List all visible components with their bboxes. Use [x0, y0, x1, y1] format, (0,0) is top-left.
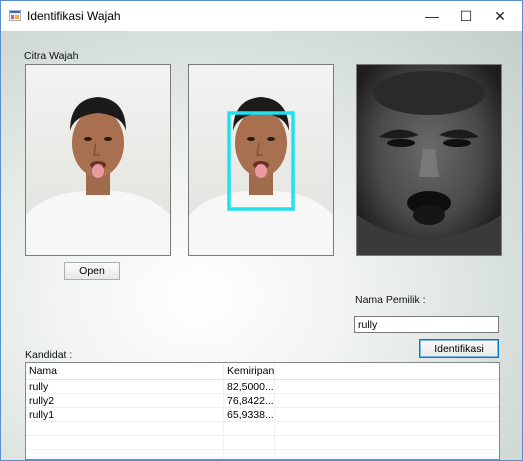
close-button[interactable]: ✕ — [483, 1, 517, 31]
original-face-picture — [25, 64, 171, 256]
candidates-table: Nama Kemiripan rully 82,5000... rully2 7… — [26, 363, 499, 459]
nama-cell: rully — [26, 379, 225, 394]
nama-pemilik-field[interactable]: rully — [354, 316, 499, 333]
face-photo-image — [26, 65, 170, 255]
nama-pemilik-value: rully — [358, 319, 378, 331]
table-row[interactable]: rully 82,5000... — [26, 379, 499, 394]
table-row[interactable]: rully1 65,9338... — [26, 407, 499, 422]
face-detection-image — [189, 65, 333, 255]
open-button[interactable]: Open — [64, 262, 120, 280]
kemiripan-cell: 76,8422... — [223, 393, 276, 408]
empty-row — [26, 435, 499, 450]
processed-face-image — [357, 65, 501, 255]
detected-face-picture — [188, 64, 334, 256]
identifikasi-button-label: Identifikasi — [434, 342, 484, 355]
processed-face-picture — [356, 64, 502, 256]
column-header-kemiripan[interactable]: Kemiripan — [223, 363, 276, 380]
window-title: Identifikasi Wajah — [27, 9, 121, 23]
minimize-button[interactable]: — — [415, 1, 449, 31]
kandidat-label: Kandidat : — [25, 349, 73, 361]
title-bar[interactable]: Identifikasi Wajah — ☐ ✕ — [1, 1, 522, 31]
nama-cell: rully1 — [26, 407, 225, 422]
empty-row — [26, 449, 499, 459]
empty-row — [26, 421, 499, 436]
candidates-list[interactable]: Nama Kemiripan rully 82,5000... rully2 7… — [25, 362, 500, 460]
kemiripan-cell: 82,5000... — [223, 379, 276, 394]
maximize-button[interactable]: ☐ — [449, 1, 483, 31]
kemiripan-cell: 65,9338... — [223, 407, 276, 422]
nama-pemilik-label: Nama Pemilik : — [355, 294, 426, 306]
identifikasi-button[interactable]: Identifikasi — [419, 339, 499, 358]
main-window: Identifikasi Wajah — ☐ ✕ Citra Wajah Ope… — [0, 0, 523, 461]
form-client-area: Citra Wajah Open Nama Pemilik: rully Id… — [1, 31, 522, 460]
maximize-icon: ☐ — [459, 7, 473, 24]
close-icon: ✕ — [494, 7, 506, 24]
column-header-nama[interactable]: Nama — [26, 363, 225, 380]
table-row[interactable]: rully2 76,8422... — [26, 393, 499, 408]
column-header-empty — [274, 363, 499, 380]
app-icon — [9, 10, 21, 21]
minimize-icon: — — [425, 8, 439, 24]
nama-cell: rully2 — [26, 393, 225, 408]
open-button-label: Open — [79, 265, 105, 277]
citra-wajah-label: Citra Wajah — [24, 50, 79, 62]
